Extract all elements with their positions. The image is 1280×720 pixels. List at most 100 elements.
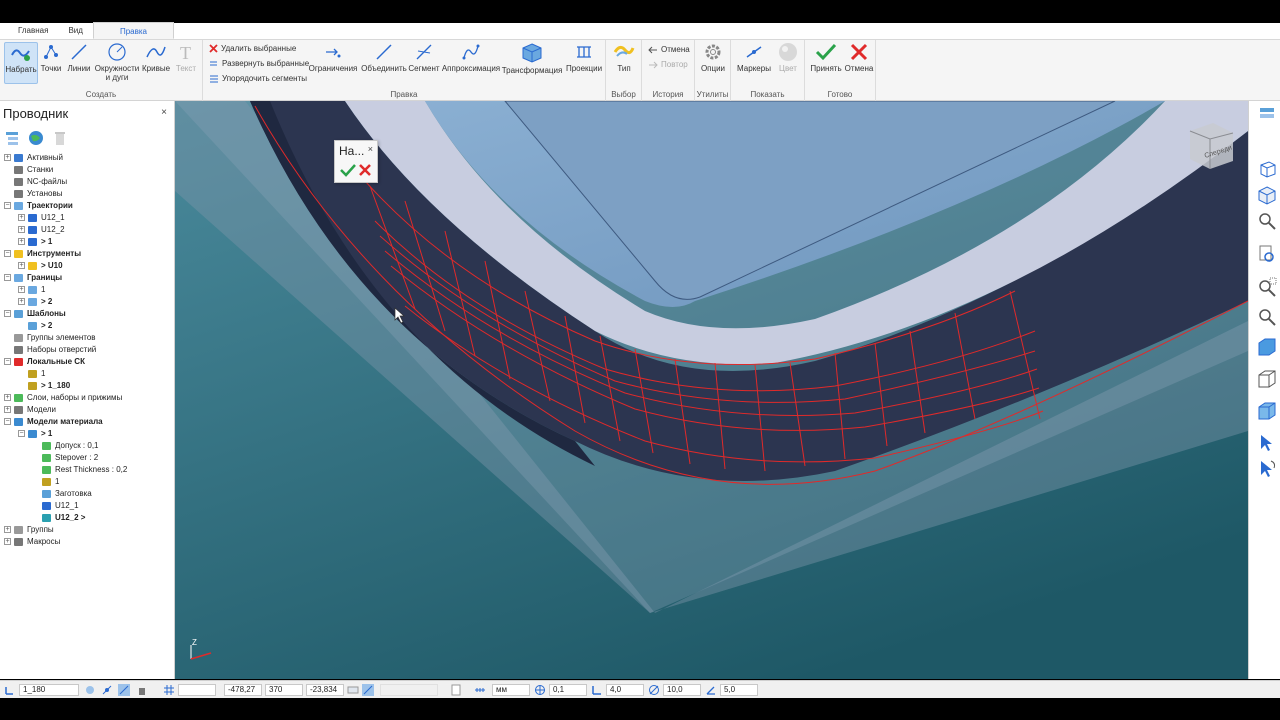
- grid-icon[interactable]: [163, 684, 175, 696]
- tree-item[interactable]: NC-файлы: [0, 176, 175, 188]
- popup-accept-check-icon[interactable]: [340, 163, 356, 177]
- workplane-icon[interactable]: [347, 684, 359, 696]
- tree-item[interactable]: + U12_2: [0, 224, 175, 236]
- tab-view[interactable]: Вид: [58, 22, 92, 39]
- trash-icon[interactable]: [52, 130, 68, 146]
- curves-button[interactable]: Кривые: [141, 42, 171, 73]
- tree-item[interactable]: + Модели: [0, 404, 175, 416]
- tree-item[interactable]: > 2: [0, 320, 175, 332]
- lines-button[interactable]: Линии: [66, 42, 92, 73]
- options-button[interactable]: Опции: [698, 42, 728, 73]
- rotate-pointer-icon[interactable]: [1257, 459, 1277, 479]
- layers-view-icon[interactable]: [1257, 105, 1277, 125]
- thickness-field[interactable]: 4,0: [606, 684, 644, 696]
- tree-item[interactable]: + Макросы: [0, 536, 175, 548]
- tree-expand-toggle[interactable]: −: [4, 274, 11, 281]
- tree-item[interactable]: 1: [0, 476, 175, 488]
- tree-item[interactable]: + Слои, наборы и прижимы: [0, 392, 175, 404]
- tolerance-field[interactable]: 0,1: [549, 684, 587, 696]
- tree-item[interactable]: Stepover : 2: [0, 452, 175, 464]
- tree-item[interactable]: + Группы: [0, 524, 175, 536]
- tree-item[interactable]: + > 1: [0, 236, 175, 248]
- popup-close-icon[interactable]: ×: [368, 144, 373, 154]
- tree-expand-toggle[interactable]: −: [4, 250, 11, 257]
- tree-expand-toggle[interactable]: +: [4, 154, 11, 161]
- tab-home[interactable]: Главная: [0, 22, 58, 39]
- tree-item[interactable]: > 1_180: [0, 380, 175, 392]
- undo-button[interactable]: Отмена: [648, 45, 690, 54]
- tree-view-icon[interactable]: [4, 130, 20, 146]
- workplane-active-icon[interactable]: [362, 684, 374, 696]
- segment-button[interactable]: Сегмент: [408, 42, 440, 73]
- tab-edit[interactable]: Правка: [92, 22, 174, 39]
- ruler-icon[interactable]: [474, 684, 486, 696]
- hand-icon[interactable]: [136, 684, 148, 696]
- tree-item[interactable]: U12_1: [0, 500, 175, 512]
- shaded-view-icon[interactable]: [1257, 337, 1277, 357]
- color-button[interactable]: Цвет: [775, 42, 801, 73]
- tree-item[interactable]: U12_2 >: [0, 512, 175, 524]
- tree-item[interactable]: Станки: [0, 164, 175, 176]
- wireframe-view-icon[interactable]: [1257, 369, 1277, 389]
- tree-expand-toggle[interactable]: +: [18, 298, 25, 305]
- snap-active-icon[interactable]: [118, 684, 130, 696]
- tree-item[interactable]: − Траектории: [0, 200, 175, 212]
- zoom-all-icon[interactable]: [1257, 307, 1277, 327]
- zoom-page-icon[interactable]: [1257, 244, 1277, 264]
- order-segments-button[interactable]: Упорядочить сегменты: [209, 74, 307, 83]
- constraints-button[interactable]: Ограничения: [307, 42, 359, 73]
- markers-button[interactable]: Маркеры: [735, 42, 773, 73]
- points-button[interactable]: Точки: [39, 42, 63, 73]
- tree-item[interactable]: 1: [0, 368, 175, 380]
- tree-item[interactable]: Установы: [0, 188, 175, 200]
- tree-expand-toggle[interactable]: −: [4, 310, 11, 317]
- floating-popup[interactable]: На... ×: [334, 140, 378, 183]
- projections-button[interactable]: Проекции: [564, 42, 604, 73]
- accept-button[interactable]: Принять: [808, 42, 844, 73]
- units-field[interactable]: мм: [492, 684, 530, 696]
- select-button[interactable]: Набрать: [4, 42, 38, 84]
- tree-item[interactable]: − > 1: [0, 428, 175, 440]
- angle-field[interactable]: 5,0: [720, 684, 758, 696]
- shaded-edges-view-icon[interactable]: [1257, 401, 1277, 421]
- tree-item[interactable]: Rest Thickness : 0,2: [0, 464, 175, 476]
- tree-item[interactable]: Допуск : 0,1: [0, 440, 175, 452]
- iso-cube-icon[interactable]: [1257, 185, 1277, 205]
- tree-expand-toggle[interactable]: −: [4, 418, 11, 425]
- page-icon[interactable]: [450, 684, 462, 696]
- tree-expand-toggle[interactable]: +: [4, 538, 11, 545]
- circles-arcs-button[interactable]: Окружности и дуги: [93, 42, 141, 82]
- tree-item[interactable]: Заготовка: [0, 488, 175, 500]
- tree-item[interactable]: − Шаблоны: [0, 308, 175, 320]
- tree-expand-toggle[interactable]: +: [4, 406, 11, 413]
- grid-field[interactable]: [178, 684, 216, 696]
- redo-button[interactable]: Повтор: [648, 60, 688, 69]
- tree-item[interactable]: + > U10: [0, 260, 175, 272]
- popup-cancel-x-icon[interactable]: [358, 163, 372, 177]
- tree-item[interactable]: Группы элементов: [0, 332, 175, 344]
- delete-selected-button[interactable]: Удалить выбранные: [209, 44, 296, 53]
- transformation-button[interactable]: Трансформация: [501, 42, 563, 75]
- tree-expand-toggle[interactable]: +: [18, 286, 25, 293]
- tree-expand-toggle[interactable]: +: [18, 262, 25, 269]
- approximation-button[interactable]: Аппроксимация: [441, 42, 501, 73]
- snap-icon[interactable]: [84, 684, 96, 696]
- csys-select[interactable]: 1_180: [19, 684, 79, 696]
- 3d-viewport[interactable]: Спереди Z: [175, 101, 1248, 679]
- select-pointer-icon[interactable]: [1257, 433, 1277, 453]
- explorer-close-icon[interactable]: ×: [161, 107, 167, 118]
- zoom-magnifier-icon[interactable]: [1257, 211, 1277, 231]
- tree-item[interactable]: − Границы: [0, 272, 175, 284]
- diameter-field[interactable]: 10,0: [663, 684, 701, 696]
- tree-expand-toggle[interactable]: +: [18, 238, 25, 245]
- globe-icon[interactable]: [28, 130, 44, 146]
- join-button[interactable]: Объединить: [360, 42, 408, 73]
- snap-grid-icon[interactable]: [101, 684, 113, 696]
- tree-item[interactable]: − Модели материала: [0, 416, 175, 428]
- tree-expand-toggle[interactable]: +: [18, 226, 25, 233]
- wire-cube-icon[interactable]: [1257, 159, 1277, 179]
- cancel-button[interactable]: Отмена: [843, 42, 875, 73]
- tree-item[interactable]: + Активный: [0, 152, 175, 164]
- tree-expand-toggle[interactable]: +: [4, 526, 11, 533]
- tree-item[interactable]: + > 2: [0, 296, 175, 308]
